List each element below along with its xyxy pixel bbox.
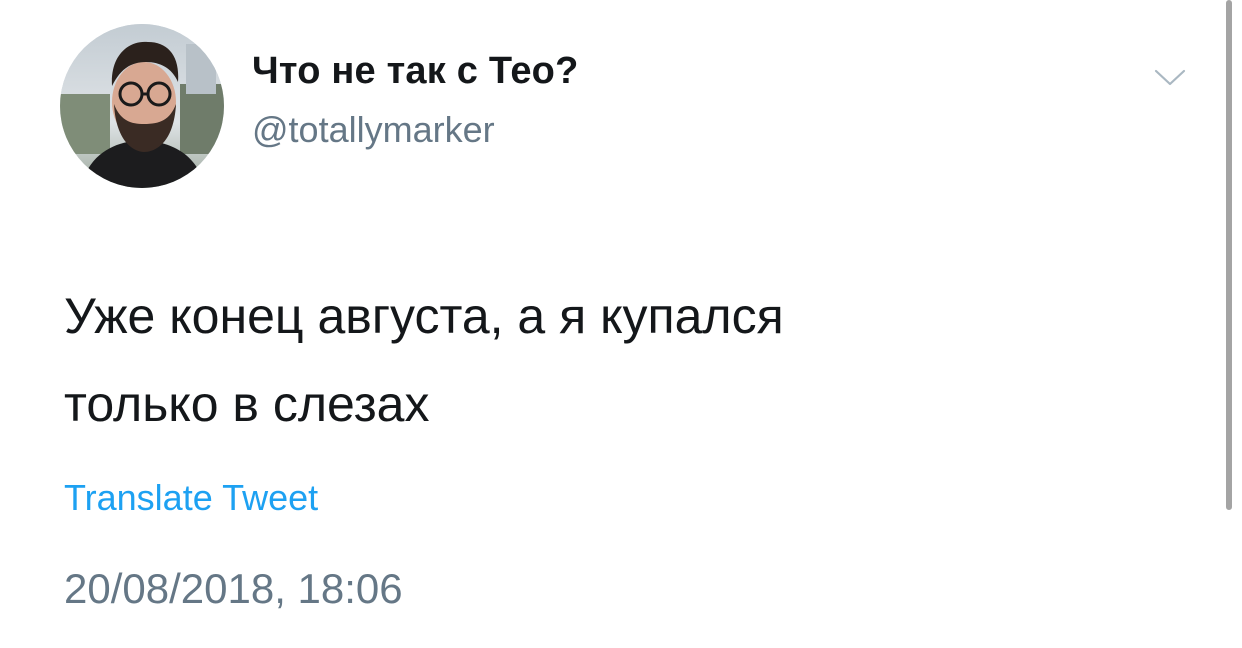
tweet-text-line: Уже конец августа, а я купался bbox=[64, 288, 784, 344]
author-handle[interactable]: @totallymarker bbox=[252, 109, 495, 151]
avatar-photo bbox=[60, 24, 224, 188]
tweet-text: Уже конец августа, а я купался только в … bbox=[64, 272, 1164, 448]
chevron-down-icon[interactable] bbox=[1150, 62, 1190, 92]
translate-tweet-link[interactable]: Translate Tweet bbox=[64, 477, 318, 519]
tweet-card: Что не так с Тео? @totallymarker Уже кон… bbox=[0, 0, 1242, 648]
scrollbar[interactable] bbox=[1226, 0, 1232, 510]
tweet-timestamp: 20/08/2018, 18:06 bbox=[64, 565, 403, 612]
avatar[interactable] bbox=[60, 24, 224, 188]
tweet-text-line: только в слезах bbox=[64, 376, 430, 432]
author-display-name[interactable]: Что не так с Тео? bbox=[252, 50, 579, 93]
